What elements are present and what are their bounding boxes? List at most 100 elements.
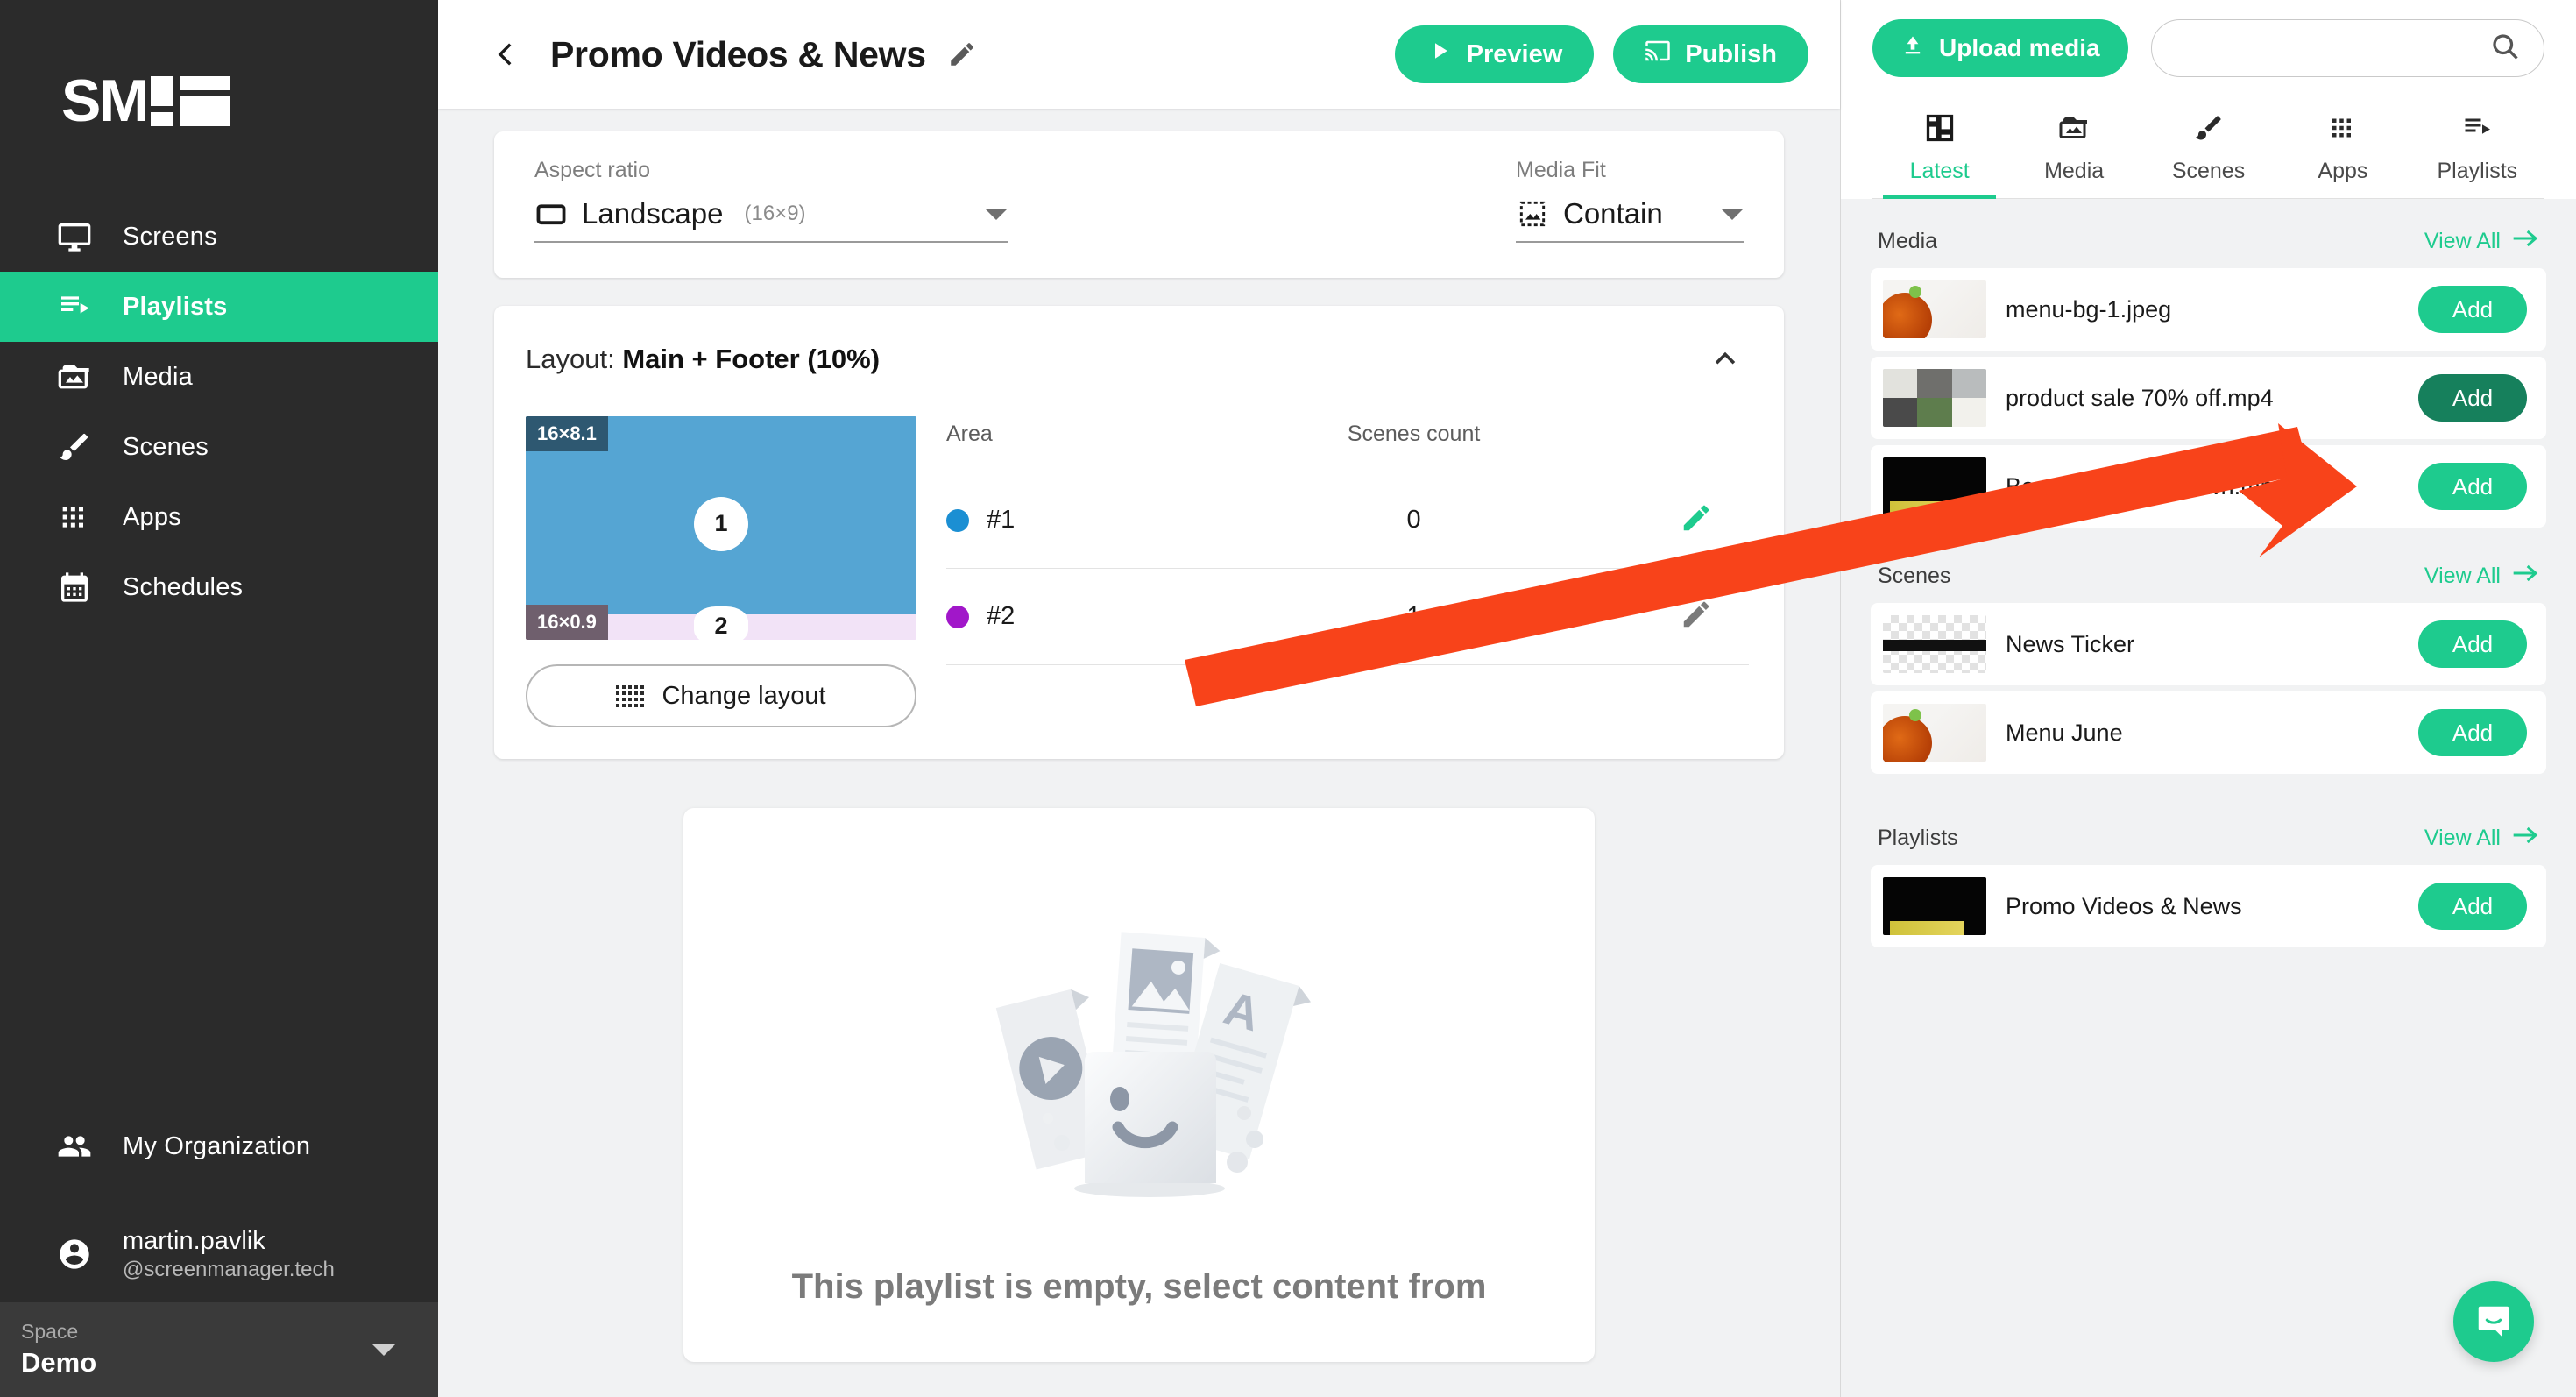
add-button[interactable]: Add — [2418, 709, 2527, 756]
table-row[interactable]: #1 0 — [946, 472, 1749, 569]
header-actions: Preview Publish — [1394, 25, 1808, 83]
upload-media-label: Upload media — [1939, 34, 2100, 61]
layout-name: Main + Footer (10%) — [622, 344, 881, 374]
sidebar-item-label: Schedules — [123, 572, 244, 601]
add-button[interactable]: Add — [2418, 463, 2527, 510]
item-thumbnail — [1883, 877, 1986, 935]
sidebar-item-media[interactable]: Media — [0, 342, 438, 412]
view-all-playlists-link[interactable]: View All — [2424, 826, 2539, 851]
list-item[interactable]: menu-bg-1.jpeg Add — [1871, 268, 2546, 351]
people-icon — [56, 1128, 93, 1165]
table-header-row: Area Scenes count — [946, 422, 1749, 472]
zone-2-number: 2 — [694, 606, 748, 640]
add-button-product-sale[interactable]: Add — [2418, 374, 2527, 422]
sidebar-item-label: Screens — [123, 222, 217, 251]
sidebar-item-scenes[interactable]: Scenes — [0, 412, 438, 482]
content-header: Promo Videos & News Preview Publish — [438, 0, 1840, 109]
media-fit-select[interactable]: Contain — [1516, 197, 1744, 243]
view-all-scenes-link[interactable]: View All — [2424, 564, 2539, 589]
area-label: #2 — [987, 602, 1016, 630]
layout-preview-column: 16×8.1 16×0.9 1 2 Change layout — [526, 416, 916, 727]
library-tabs: Latest Media Scenes Apps Playlists — [1872, 103, 2544, 199]
empty-state-message: This playlist is empty, select content f… — [791, 1267, 1487, 1306]
logo[interactable]: SM — [0, 0, 438, 202]
section-header-media: Media View All — [1871, 199, 2546, 268]
arrow-right-icon — [2511, 826, 2539, 851]
edit-area-1-button[interactable] — [1677, 499, 1716, 537]
arrow-right-icon — [2511, 229, 2539, 254]
tab-apps[interactable]: Apps — [2275, 103, 2410, 198]
sidebar-user[interactable]: martin.pavlik @screenmanager.tech — [0, 1206, 438, 1302]
sidebar-item-schedules[interactable]: Schedules — [0, 552, 438, 622]
list-item[interactable]: product sale 70% off.mp4 Add — [1871, 357, 2546, 439]
pencil-icon[interactable] — [942, 34, 982, 74]
preview-button[interactable]: Preview — [1394, 25, 1595, 83]
upload-icon — [1900, 33, 1925, 64]
content-scroll-area: Aspect ratio Landscape (16×9) Media Fit — [438, 109, 1840, 1397]
chat-bubble-icon[interactable] — [2453, 1281, 2534, 1362]
section-title: Playlists — [1878, 826, 1958, 850]
upload-media-button[interactable]: Upload media — [1872, 19, 2128, 77]
change-layout-button[interactable]: Change layout — [526, 664, 916, 727]
sidebar-item-playlists[interactable]: Playlists — [0, 272, 438, 342]
media-folder-icon — [2058, 112, 2090, 148]
sidebar-item-apps[interactable]: Apps — [0, 482, 438, 552]
tab-playlists[interactable]: Playlists — [2410, 103, 2544, 198]
add-button[interactable]: Add — [2418, 286, 2527, 333]
sidebar-item-label: Scenes — [123, 432, 209, 461]
aspect-ratio-card: Aspect ratio Landscape (16×9) Media Fit — [494, 131, 1784, 278]
item-name: Menu June — [2006, 719, 2123, 746]
edit-area-2-button[interactable] — [1677, 595, 1716, 634]
area-label: #1 — [987, 506, 1016, 534]
play-icon — [1426, 38, 1453, 71]
table-row[interactable]: #2 1 — [946, 568, 1749, 665]
space-switcher[interactable]: Space Demo — [0, 1302, 438, 1397]
tab-label: Latest — [1909, 159, 1970, 183]
media-fit-label: Media Fit — [1516, 158, 1606, 182]
areas-table: Area Scenes count #1 0 #2 1 — [946, 422, 1749, 665]
list-item[interactable]: Menu June Add — [1871, 691, 2546, 774]
layout-thumbnail[interactable]: 16×8.1 16×0.9 1 2 — [526, 416, 916, 640]
aspect-ratio-sub: (16×9) — [744, 202, 806, 225]
section-title: Media — [1878, 229, 1938, 253]
aspect-ratio-label: Aspect ratio — [534, 158, 651, 182]
sidebar-item-screens[interactable]: Screens — [0, 202, 438, 272]
area-color-dot — [946, 508, 969, 532]
item-thumbnail — [1883, 615, 1986, 673]
layout-card-body: 16×8.1 16×0.9 1 2 Change layout Area Sce… — [526, 416, 1749, 727]
media-folder-icon — [56, 358, 93, 395]
list-item[interactable]: Promo Videos & News Add — [1871, 865, 2546, 947]
main-content: Promo Videos & News Preview Publish Aspe… — [438, 0, 1840, 1397]
media-fit-field: Media Fit Contain — [1516, 158, 1744, 243]
arrow-right-icon — [2511, 564, 2539, 589]
item-thumbnail — [1883, 369, 1986, 427]
section-header-playlists: Playlists View All — [1871, 780, 2546, 865]
search-input[interactable] — [2174, 34, 2489, 62]
tab-scenes[interactable]: Scenes — [2141, 103, 2275, 198]
sidebar-item-my-organization[interactable]: My Organization — [0, 1111, 438, 1181]
scenes-count-value: 1 — [1184, 568, 1644, 665]
publish-button[interactable]: Publish — [1613, 25, 1808, 83]
cast-icon — [1645, 38, 1671, 71]
col-actions — [1644, 422, 1749, 472]
add-button[interactable]: Add — [2418, 620, 2527, 668]
aspect-ratio-field: Aspect ratio Landscape (16×9) — [534, 158, 1008, 243]
aspect-ratio-select[interactable]: Landscape (16×9) — [534, 197, 1008, 243]
zone-1-size-badge: 16×8.1 — [526, 416, 608, 451]
add-button[interactable]: Add — [2418, 883, 2527, 930]
tab-label: Media — [2044, 159, 2105, 183]
apps-grid-icon — [2327, 112, 2359, 148]
tab-media[interactable]: Media — [2006, 103, 2141, 198]
chevron-up-icon[interactable] — [1702, 336, 1749, 383]
landscape-icon — [534, 199, 568, 229]
chevron-down-icon — [985, 208, 1008, 220]
tab-latest[interactable]: Latest — [1872, 103, 2006, 199]
list-item[interactable]: Best Noodles In Town.mp4 Add — [1871, 445, 2546, 528]
chevron-left-icon[interactable] — [482, 30, 531, 79]
view-all-media-link[interactable]: View All — [2424, 229, 2539, 254]
search-box[interactable] — [2150, 19, 2544, 77]
list-item[interactable]: News Ticker Add — [1871, 603, 2546, 685]
tab-label: Scenes — [2171, 159, 2246, 183]
section-header-scenes: Scenes View All — [1871, 534, 2546, 603]
item-thumbnail — [1883, 704, 1986, 762]
